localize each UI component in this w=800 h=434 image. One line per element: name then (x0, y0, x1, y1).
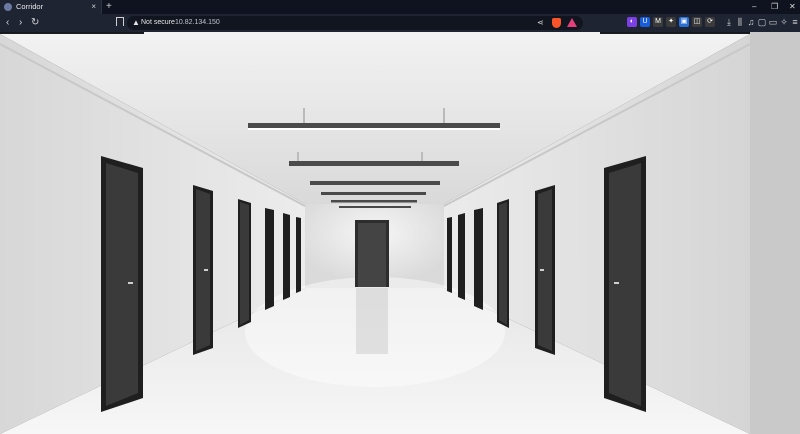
light-fixture (331, 200, 417, 203)
brave-rewards-icon[interactable] (567, 18, 577, 27)
light-fixture (321, 192, 426, 195)
door-frame (265, 208, 274, 310)
top-edge (144, 32, 600, 36)
dark-reader-extension-icon[interactable]: ◐ (627, 17, 637, 27)
close-window-button[interactable]: ✕ (789, 0, 796, 14)
light-fixture (289, 161, 459, 166)
chat-extension-icon[interactable]: ◫ (692, 17, 702, 27)
menu-icon[interactable]: ≡ (790, 17, 800, 27)
page-content (0, 32, 800, 434)
sync-extension-icon[interactable]: ⟳ (705, 17, 715, 27)
door (609, 163, 641, 406)
globe-icon (4, 3, 12, 11)
light-fixture (248, 128, 500, 130)
page-right-margin (750, 32, 800, 434)
door (106, 163, 138, 406)
new-tab-button[interactable]: + (106, 0, 112, 14)
end-door-panel (358, 223, 386, 287)
tab-bar: Corridor × + – ❐ ✕ (0, 0, 800, 14)
door-frame (296, 217, 301, 293)
address-bar[interactable]: ▲ Not secure 10.82.134.150 ⋖ (116, 16, 583, 30)
door-handle (614, 282, 619, 284)
share-icon[interactable]: ⋖ (537, 16, 544, 30)
light-fixture (339, 206, 411, 208)
door-handle (540, 269, 544, 271)
warning-icon[interactable]: ▲ (132, 18, 140, 27)
light-fixture (310, 181, 440, 185)
door-frame (283, 213, 290, 300)
puzzle-extension-icon[interactable]: ✦ (666, 17, 676, 27)
library-icon[interactable]: ⫼ (735, 17, 745, 27)
door-handle (128, 282, 133, 284)
back-button[interactable]: ‹ (6, 15, 9, 31)
toolbar: ‹ › ↻ ▲ Not secure 10.82.134.150 ⋖ ◐ U M ✦ ▣… (0, 14, 800, 33)
minimize-button[interactable]: – (752, 0, 756, 14)
door (499, 202, 507, 325)
ai-icon[interactable]: ✧ (779, 17, 789, 27)
music-icon[interactable]: ♫ (746, 17, 756, 27)
download-icon[interactable]: ⤓ (724, 17, 734, 27)
brave-shields-icon[interactable] (552, 18, 561, 28)
corridor-image (0, 32, 751, 434)
door-handle (204, 269, 208, 271)
reader-icon[interactable]: ▭ (768, 17, 778, 27)
bookmark-icon[interactable] (116, 17, 124, 26)
gmail-extension-icon[interactable]: M (653, 17, 663, 27)
maximize-button[interactable]: ❐ (771, 0, 778, 14)
door-frame (474, 208, 483, 310)
close-tab-button[interactable]: × (91, 0, 96, 14)
forward-button[interactable]: › (19, 15, 22, 31)
page-icon[interactable]: ▢ (757, 17, 767, 27)
url-text[interactable]: 10.82.134.150 (175, 16, 220, 30)
tab-title: Corridor (16, 2, 44, 11)
bitwarden-extension-icon[interactable]: U (640, 17, 650, 27)
door-frame (447, 217, 452, 293)
end-door-reflection (356, 288, 388, 354)
tab-corridor[interactable]: Corridor × (0, 0, 102, 14)
reload-button[interactable]: ↻ (31, 15, 39, 31)
door-frame (458, 213, 465, 300)
wallet-extension-icon[interactable]: ▣ (679, 17, 689, 27)
door (240, 202, 249, 325)
security-label[interactable]: Not secure (141, 16, 175, 30)
